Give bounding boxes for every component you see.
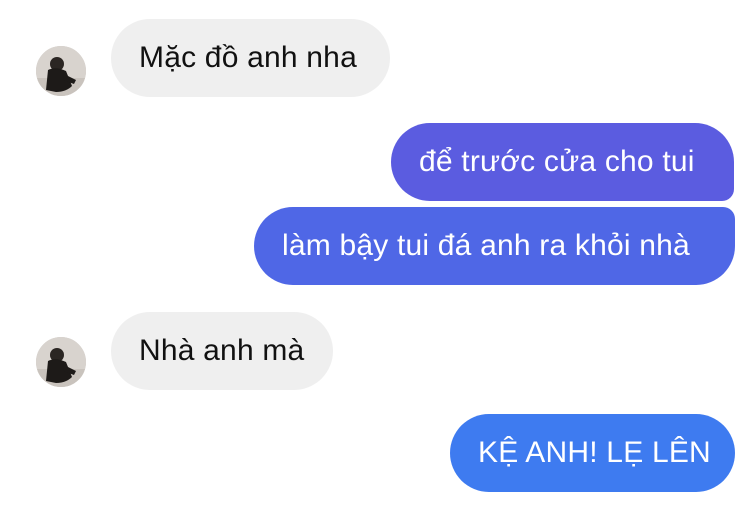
message-bubble-outgoing[interactable]: làm bậy tui đá anh ra khỏi nhà <box>254 207 735 285</box>
message-text: để trước cửa cho tui <box>419 145 695 178</box>
message-bubble-outgoing[interactable]: để trước cửa cho tui <box>391 123 734 201</box>
message-bubble-incoming[interactable]: Nhà anh mà <box>111 312 333 390</box>
message-text: KỆ ANH! LẸ LÊN <box>478 436 711 469</box>
message-text: làm bậy tui đá anh ra khỏi nhà <box>282 229 690 262</box>
contact-avatar[interactable] <box>36 337 86 387</box>
contact-avatar[interactable] <box>36 46 86 96</box>
person-photo-icon <box>36 337 86 387</box>
message-bubble-incoming[interactable]: Mặc đồ anh nha <box>111 19 390 97</box>
message-text: Nhà anh mà <box>139 334 305 367</box>
message-text: Mặc đồ anh nha <box>139 41 357 74</box>
message-bubble-outgoing[interactable]: KỆ ANH! LẸ LÊN <box>450 414 735 492</box>
person-photo-icon <box>36 46 86 96</box>
